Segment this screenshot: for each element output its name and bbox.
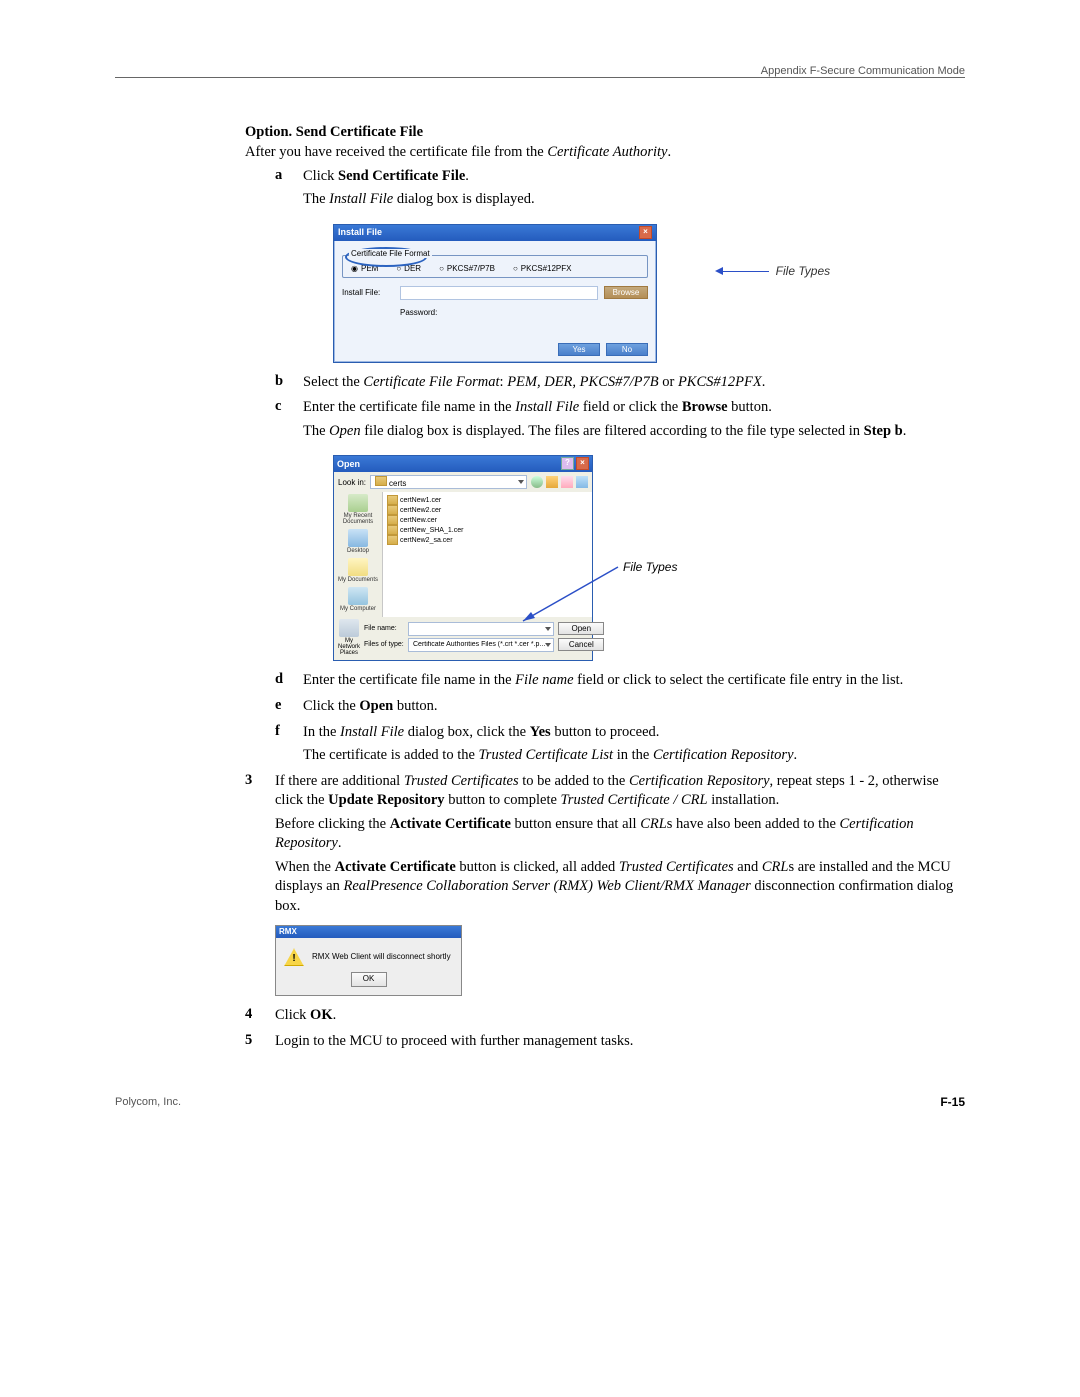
page-number: F-15 — [940, 1095, 965, 1109]
step-f-line1: In the Install File dialog box, click th… — [303, 723, 965, 743]
page-header: Appendix F-Secure Communication Mode — [115, 65, 965, 96]
header-text: Appendix F-Secure Communication Mode — [761, 65, 965, 77]
install-file-input[interactable] — [400, 286, 598, 300]
annotation-file-types: File Types — [715, 264, 830, 278]
new-folder-icon[interactable] — [561, 476, 573, 488]
help-icon[interactable]: ? — [561, 457, 574, 470]
filetype-combo[interactable]: Certificate Authorities Files (*.crt *.c… — [408, 638, 554, 652]
radio-pem[interactable]: ◉ PEM — [351, 264, 378, 273]
install-dialog-title: Install File — [338, 227, 382, 237]
step4-text: Click OK. — [275, 1006, 965, 1026]
groupbox-legend: Certificate File Format — [349, 249, 432, 258]
no-button[interactable]: No — [606, 343, 648, 356]
step-a-line2: The Install File dialog box is displayed… — [303, 190, 965, 210]
msg-text: RMX Web Client will disconnect shortly — [312, 952, 451, 963]
intro-para: After you have received the certificate … — [245, 143, 965, 163]
rmx-message-dialog: RMX ! RMX Web Client will disconnect sho… — [275, 925, 462, 997]
place-desktop[interactable]: Desktop — [347, 529, 369, 554]
step-f-label: f — [275, 723, 303, 740]
annotation-file-types: File Types — [623, 560, 677, 574]
step-5-label: 5 — [245, 1032, 275, 1049]
step3-p1: If there are additional Trusted Certific… — [275, 772, 965, 811]
step-b-label: b — [275, 373, 303, 390]
msg-title: RMX — [276, 926, 461, 939]
step-d-text: Enter the certificate file name in the F… — [303, 671, 965, 691]
step-3-label: 3 — [245, 772, 275, 789]
step-e-label: e — [275, 697, 303, 714]
footer-company: Polycom, Inc. — [115, 1096, 181, 1108]
ok-button[interactable]: OK — [351, 972, 387, 987]
filename-input[interactable] — [408, 622, 554, 636]
open-dialog: Open ?× Look in: certs — [333, 455, 593, 661]
lookin-label: Look in: — [338, 478, 366, 487]
section-title: Option. Send Certificate File — [245, 124, 965, 141]
file-list[interactable]: certNew1.cer certNew2.cer certNew.cer ce… — [382, 492, 592, 617]
warning-icon: ! — [284, 948, 304, 966]
radio-pkcs12[interactable]: ○ PKCS#12PFX — [513, 264, 572, 273]
views-icon[interactable] — [576, 476, 588, 488]
place-mydocs[interactable]: My Documents — [338, 558, 378, 583]
step-b-text: Select the Certificate File Format: PEM,… — [303, 373, 965, 393]
step-c-line1: Enter the certificate file name in the I… — [303, 398, 965, 418]
radio-der[interactable]: ○ DER — [396, 264, 421, 273]
lookin-combo[interactable]: certs — [370, 475, 527, 489]
up-folder-icon[interactable] — [546, 476, 558, 488]
close-icon[interactable]: × — [639, 226, 652, 239]
step-a-line1: Click Send Certificate File. — [303, 167, 965, 187]
open-button[interactable]: Open — [558, 622, 604, 635]
step5-text: Login to the MCU to proceed with further… — [275, 1032, 965, 1052]
back-icon[interactable] — [531, 476, 543, 488]
install-file-label: Install File: — [342, 288, 394, 297]
filetype-label: Files of type: — [364, 641, 404, 648]
step-d-label: d — [275, 671, 303, 688]
step-c-label: c — [275, 398, 303, 415]
place-mycomp[interactable]: My Computer — [340, 587, 376, 612]
browse-button[interactable]: Browse — [604, 286, 648, 299]
cancel-button[interactable]: Cancel — [558, 638, 604, 651]
place-mynet[interactable]: My Network Places — [338, 619, 360, 656]
step-a-label: a — [275, 167, 303, 184]
step3-p2: Before clicking the Activate Certificate… — [275, 815, 965, 854]
yes-button[interactable]: Yes — [558, 343, 600, 356]
radio-pkcs7[interactable]: ○ PKCS#7/P7B — [439, 264, 495, 273]
password-label: Password: — [400, 308, 437, 317]
place-recent[interactable]: My Recent Documents — [334, 494, 382, 525]
step-c-line2: The Open file dialog box is displayed. T… — [303, 422, 965, 442]
open-dialog-title: Open — [337, 459, 360, 469]
step-f-line2: The certificate is added to the Trusted … — [303, 746, 965, 766]
close-icon[interactable]: × — [576, 457, 589, 470]
filename-label: File name: — [364, 625, 404, 632]
step3-p3: When the Activate Certificate button is … — [275, 858, 965, 917]
step-4-label: 4 — [245, 1006, 275, 1023]
step-e-text: Click the Open button. — [303, 697, 965, 717]
install-file-dialog: Install File × Certificate File Format ◉… — [333, 224, 657, 363]
